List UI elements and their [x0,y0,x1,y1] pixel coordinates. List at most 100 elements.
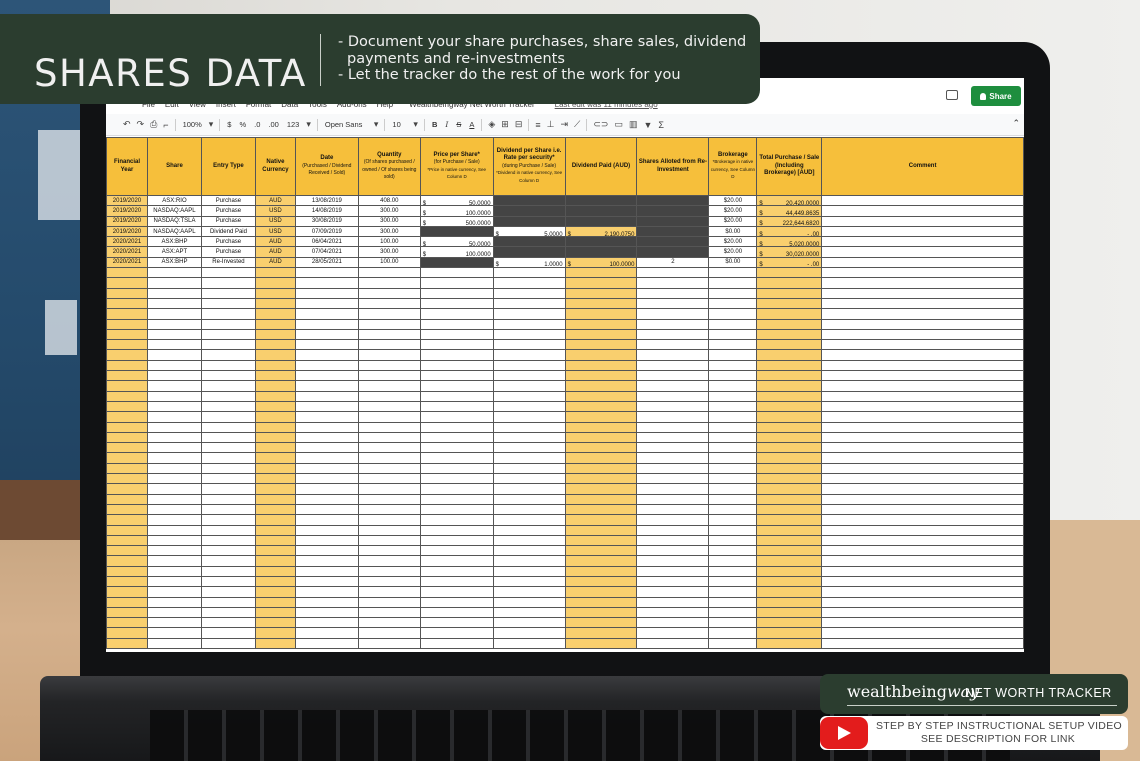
redo-icon[interactable]: ↷ [134,119,148,130]
cell-price[interactable]: $50.0000 [419,194,494,207]
empty-cell[interactable] [708,339,758,351]
empty-cell[interactable] [708,442,758,454]
empty-cell[interactable] [254,596,296,608]
empty-cell[interactable] [357,617,421,629]
empty-cell[interactable] [146,400,202,413]
empty-cell[interactable] [357,503,421,516]
empty-cell[interactable] [419,277,494,289]
empty-cell[interactable] [756,277,823,289]
empty-cell[interactable] [294,390,359,402]
empty-cell[interactable] [636,503,710,516]
empty-cell[interactable] [636,575,710,588]
empty-cell[interactable] [419,503,494,516]
font-size-select[interactable]: 10 [388,120,410,129]
empty-cell[interactable] [492,318,566,330]
cell-brokerage[interactable]: $20.00 [708,215,758,227]
empty-cell[interactable] [419,308,494,320]
empty-cell[interactable] [821,565,1024,577]
empty-cell[interactable] [146,308,202,320]
empty-cell[interactable] [708,545,758,557]
empty-cell[interactable] [492,493,566,505]
align-vertical-icon[interactable]: ⊥ [544,119,558,130]
empty-cell[interactable] [708,400,758,413]
empty-cell[interactable] [419,380,494,392]
empty-cell[interactable] [254,318,296,330]
empty-cell[interactable] [254,565,296,577]
empty-cell[interactable] [106,534,148,547]
empty-cell[interactable] [492,297,566,310]
cell-share[interactable]: NASDAQ:AAPL [146,205,202,217]
empty-cell[interactable] [564,442,638,454]
cell-financial-year[interactable]: 2019/2020 [106,215,148,227]
cell-brokerage[interactable]: $20.00 [708,236,758,248]
empty-cell[interactable] [254,349,296,361]
decrease-decimal-button[interactable]: .0 [250,120,264,129]
video-callout[interactable]: STEP BY STEP INSTRUCTIONAL SETUP VIDEO S… [820,716,1128,750]
empty-cell[interactable] [636,308,710,320]
empty-cell[interactable] [254,534,296,547]
empty-cell[interactable] [146,493,202,505]
empty-cell[interactable] [294,339,359,351]
empty-cell[interactable] [756,555,823,567]
empty-cell[interactable] [636,483,710,495]
empty-cell[interactable] [200,431,256,444]
empty-cell[interactable] [294,617,359,629]
empty-cell[interactable] [756,514,823,526]
empty-cell[interactable] [821,524,1024,536]
empty-cell[interactable] [254,339,296,351]
empty-cell[interactable] [200,421,256,433]
empty-cell[interactable] [357,565,421,577]
empty-cell[interactable] [419,524,494,536]
empty-cell[interactable] [636,349,710,361]
empty-cell[interactable] [357,318,421,330]
text-wrap-icon[interactable]: ⇥ [557,119,571,130]
empty-cell[interactable] [492,421,566,433]
empty-cell[interactable] [254,308,296,320]
empty-cell[interactable] [294,545,359,557]
empty-cell[interactable] [357,287,421,299]
empty-cell[interactable] [106,596,148,608]
empty-cell[interactable] [636,359,710,372]
empty-cell[interactable] [254,514,296,526]
empty-cell[interactable] [419,493,494,505]
cell-quantity[interactable]: 300.00 [357,225,421,238]
empty-cell[interactable] [756,328,823,341]
empty-cell[interactable] [756,586,823,598]
empty-cell[interactable] [294,328,359,341]
empty-cell[interactable] [294,493,359,505]
cell-dividend-per-share[interactable] [492,205,566,217]
empty-cell[interactable] [821,297,1024,310]
empty-cell[interactable] [636,586,710,598]
empty-cell[interactable] [294,277,359,289]
empty-cell[interactable] [200,267,256,279]
empty-cell[interactable] [200,370,256,382]
empty-cell[interactable] [419,390,494,402]
empty-cell[interactable] [254,328,296,341]
empty-cell[interactable] [294,483,359,495]
borders-icon[interactable]: ⊞ [498,119,512,130]
empty-cell[interactable] [564,462,638,475]
empty-cell[interactable] [200,380,256,392]
empty-cell[interactable] [357,277,421,289]
cell-share[interactable]: ASX:BHP [146,256,202,269]
cell-currency[interactable]: USD [254,215,296,227]
empty-cell[interactable] [419,411,494,423]
empty-cell[interactable] [636,473,710,485]
cell-date[interactable]: 14/08/2019 [294,205,359,217]
bold-button[interactable]: B [428,120,441,129]
youtube-play-icon[interactable] [820,717,868,749]
empty-cell[interactable] [756,596,823,608]
empty-cell[interactable] [756,493,823,505]
empty-cell[interactable] [200,349,256,361]
empty-cell[interactable] [492,442,566,454]
empty-cell[interactable] [821,555,1024,567]
empty-cell[interactable] [564,359,638,372]
empty-cell[interactable] [492,617,566,629]
empty-cell[interactable] [106,267,148,279]
empty-cell[interactable] [146,503,202,516]
empty-cell[interactable] [756,462,823,475]
empty-cell[interactable] [294,349,359,361]
empty-cell[interactable] [419,575,494,588]
empty-cell[interactable] [106,483,148,495]
empty-cell[interactable] [636,277,710,289]
